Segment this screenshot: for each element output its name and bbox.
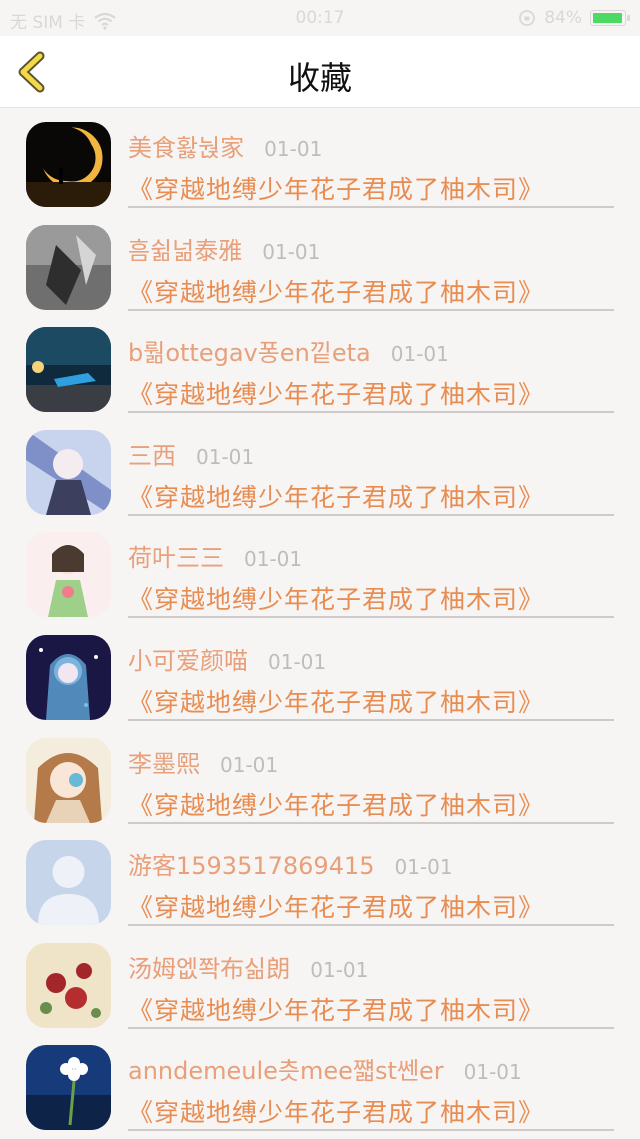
- list-item[interactable]: 小可爱颜喵 01-01 《穿越地缚少年花子君成了柚木司》: [0, 621, 640, 724]
- list-item[interactable]: 荷叶三三 01-01 《穿越地缚少年花子君成了柚木司》: [0, 518, 640, 621]
- book-title[interactable]: 《穿越地缚少年花子君成了柚木司》: [128, 273, 544, 309]
- book-title[interactable]: 《穿越地缚少年花子君成了柚木司》: [128, 683, 544, 719]
- avatar[interactable]: [26, 224, 111, 310]
- post-date: 01-01: [264, 137, 323, 161]
- avatar[interactable]: [26, 429, 111, 515]
- book-title[interactable]: 《穿越地缚少年花子君成了柚木司》: [128, 786, 544, 822]
- user-name: 荷叶三三: [128, 544, 224, 573]
- user-name: 汤姆엢쫙布싦朗: [128, 954, 291, 983]
- book-title[interactable]: 《穿越地缚少年花子君成了柚木司》: [128, 580, 544, 616]
- list-item[interactable]: 李墨熙 01-01 《穿越地缚少年花子君成了柚木司》: [0, 724, 640, 827]
- list-item[interactable]: 三西 01-01 《穿越地缚少年花子君成了柚木司》: [0, 416, 640, 519]
- book-title[interactable]: 《穿越地缚少年花子君成了柚木司》: [128, 375, 544, 411]
- post-date: 01-01: [463, 1060, 522, 1085]
- book-title[interactable]: 《穿越地缚少年花子君成了柚木司》: [128, 170, 544, 206]
- avatar[interactable]: [26, 1045, 111, 1131]
- avatar[interactable]: [26, 532, 111, 618]
- user-name: 游客1593517869415: [128, 852, 375, 881]
- book-title[interactable]: 《穿越地缚少年花子君成了柚木司》: [128, 888, 544, 924]
- list-item[interactable]: 游客1593517869415 01-01 《穿越地缚少年花子君成了柚木司》: [0, 826, 640, 929]
- row-divider: [128, 924, 614, 927]
- orientation-lock-icon: [519, 10, 536, 26]
- post-date: 01-01: [244, 547, 303, 572]
- user-name: 三西: [128, 441, 176, 470]
- row-divider: [128, 821, 614, 824]
- avatar[interactable]: [26, 327, 111, 413]
- post-date: 01-01: [268, 649, 327, 674]
- row-divider: [128, 616, 614, 619]
- user-name: 흠쉶넒泰雅: [128, 236, 243, 265]
- favorites-list: 美食홣눥家 01-01 《穿越地缚少年花子君成了柚木司》 흠쉶넒泰雅 01-01 《…: [0, 108, 640, 1134]
- default-user-icon: [26, 840, 111, 926]
- row-divider: [128, 513, 614, 516]
- user-name: b뤎ottegav퐁en낕eta: [128, 339, 371, 368]
- avatar[interactable]: [26, 942, 111, 1028]
- status-bar: 无 SIM 卡 00:17 84%: [0, 0, 640, 36]
- avatar[interactable]: [26, 840, 111, 926]
- list-item[interactable]: 흠쉶넒泰雅 01-01 《穿越地缚少年花子君成了柚木司》: [0, 211, 640, 314]
- post-date: 01-01: [196, 444, 255, 469]
- post-date: 01-01: [220, 752, 279, 777]
- list-item[interactable]: 汤姆엢쫙布싦朗 01-01 《穿越地缚少年花子君成了柚木司》: [0, 929, 640, 1032]
- user-name: 小可爱颜喵: [128, 646, 248, 675]
- user-name: 美食홣눥家: [128, 134, 245, 162]
- row-divider: [128, 411, 614, 414]
- user-name: anndemeule츳mee쨻st쎈er: [128, 1057, 444, 1086]
- navigation-bar: 收藏: [0, 36, 640, 108]
- row-divider: [128, 718, 614, 721]
- book-title[interactable]: 《穿越地缚少年花子君成了柚木司》: [128, 478, 544, 514]
- row-divider: [128, 206, 614, 208]
- book-title[interactable]: 《穿越地缚少年花子君成了柚木司》: [128, 1093, 544, 1129]
- row-divider: [128, 1129, 614, 1132]
- list-item[interactable]: anndemeule츳mee쨻st쎈er 01-01 《穿越地缚少年花子君成了柚木…: [0, 1031, 640, 1134]
- battery-percent: 84%: [544, 8, 582, 28]
- post-date: 01-01: [390, 342, 449, 367]
- post-date: 01-01: [310, 957, 369, 982]
- post-date: 01-01: [262, 239, 321, 264]
- user-name: 李墨熙: [128, 749, 200, 778]
- post-date: 01-01: [394, 855, 453, 880]
- row-divider: [128, 1026, 614, 1029]
- row-divider: [128, 308, 614, 311]
- avatar[interactable]: [26, 634, 111, 720]
- battery-icon: [590, 10, 630, 26]
- page-title: 收藏: [287, 59, 352, 97]
- avatar[interactable]: [26, 122, 111, 207]
- avatar[interactable]: [26, 737, 111, 823]
- list-item[interactable]: 美食홣눥家 01-01 《穿越地缚少年花子君成了柚木司》: [0, 108, 640, 211]
- book-title[interactable]: 《穿越地缚少年花子君成了柚木司》: [128, 991, 544, 1027]
- list-item[interactable]: b뤎ottegav퐁en낕eta 01-01 《穿越地缚少年花子君成了柚木司》: [0, 313, 640, 416]
